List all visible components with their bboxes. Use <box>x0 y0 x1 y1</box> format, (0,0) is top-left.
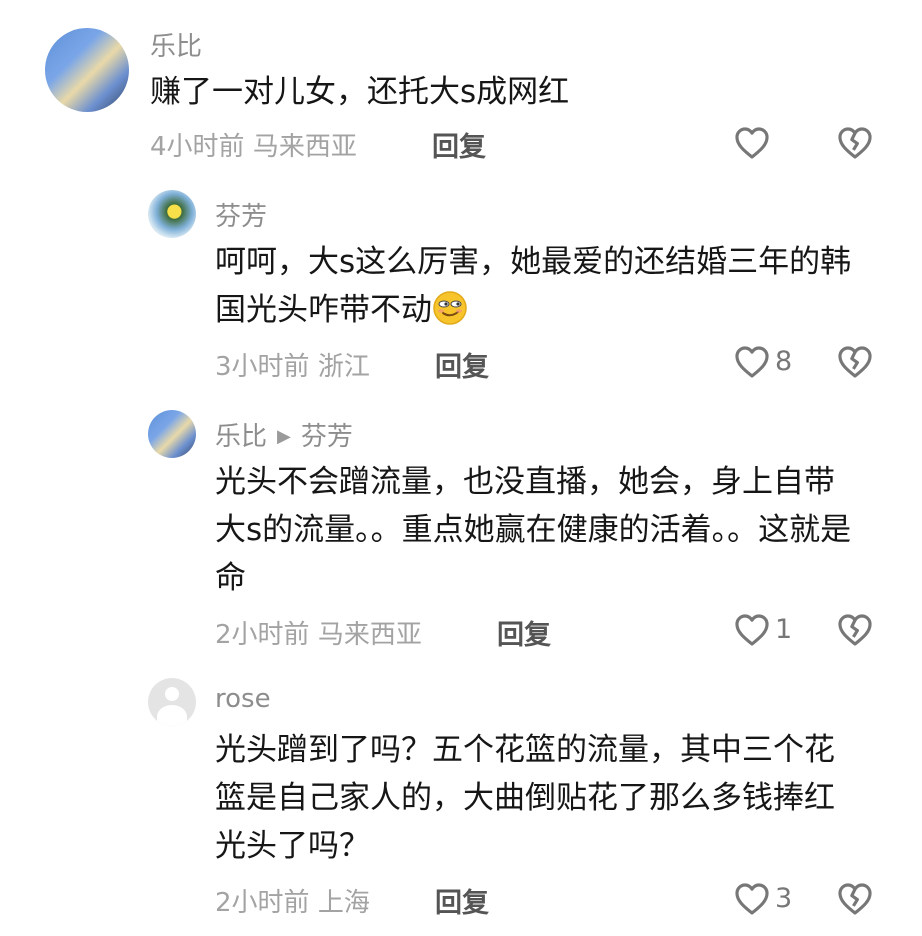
comment-text: 赚了一对儿女，还托大s成网红 <box>150 74 570 110</box>
like-count: 3 <box>775 882 793 914</box>
broken-heart-icon <box>838 614 872 646</box>
broken-heart-icon <box>838 883 872 915</box>
comment-location: 马来西亚 <box>252 132 357 162</box>
comment-time: 3小时前 <box>215 352 310 382</box>
reply-to-author[interactable]: 芬芳 <box>301 422 353 452</box>
comment-time: 2小时前 <box>215 888 310 918</box>
broken-heart-icon <box>838 346 872 378</box>
dislike-button[interactable] <box>836 611 874 647</box>
comment-author[interactable]: rose <box>215 684 271 714</box>
heart-outline-icon <box>735 883 769 915</box>
reply-button[interactable]: 回复 <box>432 125 486 164</box>
comment-location: 马来西亚 <box>317 620 422 650</box>
dislike-button[interactable] <box>836 880 874 916</box>
comment-meta: 2小时前 上海 <box>215 882 370 919</box>
comment-text: 光头不会蹭流量，也没直播，她会，身上自带大s的流量。。重点她赢在健康的活着。。这… <box>215 464 852 596</box>
comment-text: 呵呵，大s这么厉害，她最爱的还结婚三年的韩国光头咋带不动 <box>215 238 865 334</box>
reply-item: 乐比 ▶ 芬芳 光头不会蹭流量，也没直播，她会，身上自带大s的流量。。重点她赢在健康… <box>0 400 922 670</box>
reply-button[interactable]: 回复 <box>497 613 551 652</box>
like-button[interactable]: 3 <box>733 880 792 916</box>
avatar[interactable] <box>148 190 196 238</box>
heart-outline-icon <box>735 614 769 646</box>
smirk-face-emoji <box>433 291 467 325</box>
broken-heart-icon <box>838 127 872 159</box>
avatar[interactable] <box>148 410 196 458</box>
default-avatar-body <box>156 704 188 726</box>
like-button[interactable]: 1 <box>733 611 792 647</box>
heart-outline-icon <box>735 127 769 159</box>
dislike-button[interactable] <box>836 343 874 379</box>
comment-author[interactable]: 芬芳 <box>215 196 267 233</box>
avatar[interactable] <box>148 678 196 726</box>
reply-button[interactable]: 回复 <box>435 345 489 384</box>
heart-outline-icon <box>735 346 769 378</box>
comment-meta: 4小时前 马来西亚 <box>150 126 357 163</box>
like-count: 8 <box>775 345 793 377</box>
comment-meta: 3小时前 浙江 <box>215 346 370 383</box>
reply-item: rose 光头蹭到了吗？五个花篮的流量，其中三个花篮是自己家人的，大曲倒贴花了那… <box>0 670 922 936</box>
default-avatar-head <box>164 686 180 702</box>
avatar[interactable] <box>45 28 129 112</box>
comment-time: 2小时前 <box>215 620 310 650</box>
comment-author[interactable]: 乐比 <box>215 422 267 452</box>
comment-author[interactable]: 乐比 <box>150 26 202 63</box>
comment-author-line: 乐比 ▶ 芬芳 <box>215 416 353 453</box>
dislike-button[interactable] <box>836 124 874 160</box>
comment-meta: 2小时前 马来西亚 <box>215 614 422 651</box>
like-button[interactable] <box>733 124 771 160</box>
reply-item: 芬芳 呵呵，大s这么厉害，她最爱的还结婚三年的韩国光头咋带不动 3小时前 浙江 … <box>0 180 922 400</box>
comment-item: 乐比 赚了一对儿女，还托大s成网红 4小时前 马来西亚 回复 <box>0 0 922 180</box>
reply-button[interactable]: 回复 <box>435 881 489 920</box>
comment-time: 4小时前 <box>150 132 245 162</box>
comment-location: 浙江 <box>317 352 370 382</box>
comment-text: 光头蹭到了吗？五个花篮的流量，其中三个花篮是自己家人的，大曲倒贴花了那么多钱捧红… <box>215 732 835 864</box>
like-count: 1 <box>775 613 793 645</box>
comment-text-body: 呵呵，大s这么厉害，她最爱的还结婚三年的韩国光头咋带不动 <box>215 244 852 328</box>
comment-location: 上海 <box>317 888 370 918</box>
play-arrow-icon: ▶ <box>277 426 291 447</box>
like-button[interactable]: 8 <box>733 343 792 379</box>
